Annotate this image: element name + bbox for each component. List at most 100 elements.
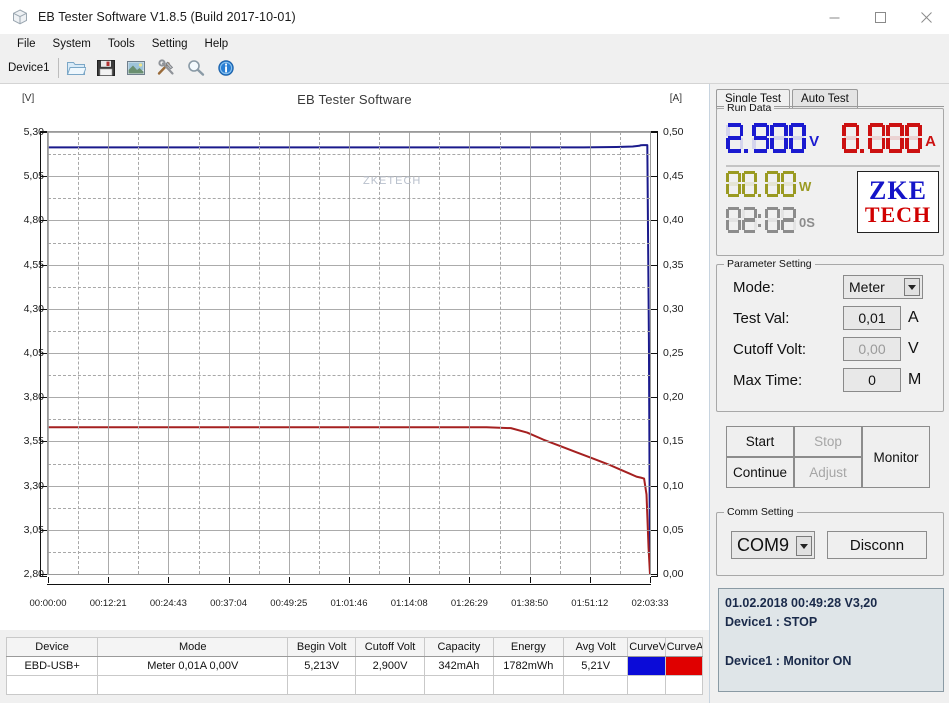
power-unit: W	[799, 179, 812, 194]
cell-curve-v-swatch[interactable]	[627, 656, 666, 676]
window-controls	[811, 0, 949, 34]
gridline-v-minor	[620, 132, 621, 574]
table-row-empty[interactable]	[5, 675, 704, 695]
cell-empty-5	[424, 675, 494, 695]
time-value	[726, 207, 797, 233]
tools-icon[interactable]	[151, 55, 181, 81]
logo-tech-text: TECH	[864, 202, 932, 227]
current-display: A	[842, 123, 936, 153]
disconnect-button[interactable]: Disconn	[827, 531, 927, 559]
x-tick: 00:49:25	[270, 598, 308, 609]
x-tick: 00:37:04	[210, 598, 248, 609]
window-title: EB Tester Software V1.8.5 (Build 2017-10…	[38, 10, 296, 24]
table-header-row: Device Mode Begin Volt Cutoff Volt Capac…	[5, 637, 704, 657]
gridline-v-minor	[259, 132, 260, 574]
y-tick-right: 0,35	[663, 258, 684, 271]
y-tickmark-left	[41, 220, 47, 222]
action-buttons: Start Stop Monitor Continue Adjust	[726, 426, 930, 488]
cell-begin-volt: 5,213V	[287, 656, 357, 676]
max-time-input[interactable]: 0	[843, 368, 901, 392]
continue-button[interactable]: Continue	[726, 457, 794, 488]
cell-curve-a-swatch[interactable]	[664, 656, 704, 676]
maximize-icon[interactable]	[857, 0, 903, 34]
x-tick: 02:03:33	[631, 598, 669, 609]
y-tick-left: 4,80	[23, 214, 44, 227]
th-device[interactable]: Device	[5, 637, 99, 657]
cell-cutoff-volt: 2,900V	[355, 656, 426, 676]
info-icon[interactable]	[211, 55, 241, 81]
y-tickmark-right	[651, 220, 657, 222]
voltage-value	[726, 123, 807, 153]
log-line-2: Device1 : STOP	[725, 615, 818, 630]
y-tick-left: 3,80	[23, 391, 44, 404]
th-mode[interactable]: Mode	[97, 637, 289, 657]
test-val-input[interactable]: 0,01	[843, 306, 901, 330]
th-capacity[interactable]: Capacity	[424, 637, 494, 657]
th-avg-volt[interactable]: Avg Volt	[563, 637, 629, 657]
menu-item-file[interactable]: File	[9, 37, 45, 51]
x-tickmark	[289, 577, 290, 583]
image-icon[interactable]	[121, 55, 151, 81]
log-line-4: Device1 : Monitor ON	[725, 654, 852, 669]
y-tickmark-right	[651, 308, 657, 310]
log-line-3	[725, 633, 937, 652]
x-tick: 01:51:12	[571, 598, 609, 609]
th-energy[interactable]: Energy	[492, 637, 565, 657]
x-tick: 01:14:08	[390, 598, 428, 609]
run-data-divider	[726, 165, 940, 167]
mode-row: Mode: Meter	[733, 275, 923, 299]
y-tickmark-left	[41, 132, 47, 133]
y-tickmark-left	[41, 308, 47, 310]
save-floppy-icon[interactable]	[91, 55, 121, 81]
mode-select[interactable]: Meter	[843, 275, 923, 299]
test-val-unit: A	[908, 309, 919, 326]
adjust-button: Adjust	[794, 457, 862, 488]
minimize-icon[interactable]	[811, 0, 857, 34]
y-tick-left: 4,05	[23, 347, 44, 359]
gridline-v	[108, 132, 109, 574]
chart-area: EB Tester Software [V] [A] 5,30 5,05 4,80 4…	[0, 84, 709, 630]
gridline-v-minor	[199, 132, 200, 574]
th-curve-v[interactable]: CurveV	[627, 637, 666, 657]
close-icon[interactable]	[903, 0, 949, 34]
y-tickmark-left	[41, 485, 47, 487]
cell-empty-3	[287, 675, 357, 695]
x-tick: 00:12:21	[89, 598, 127, 609]
th-begin-volt[interactable]: Begin Volt	[287, 637, 357, 657]
stop-button: Stop	[794, 426, 862, 457]
log-output[interactable]: 01.02.2018 00:49:28 V3,20 Device1 : STOP…	[718, 588, 944, 692]
gridline-v-minor	[78, 132, 79, 574]
y-tickmark-right	[651, 353, 657, 354]
x-tickmark	[409, 577, 410, 583]
menu-item-help[interactable]: Help	[197, 37, 238, 51]
x-tickmark	[469, 577, 470, 583]
table-row[interactable]: EBD-USB+ Meter 0,01A 0,00V 5,213V 2,900V…	[5, 656, 704, 676]
chevron-down-icon[interactable]	[796, 536, 812, 556]
gridline-v	[590, 132, 591, 574]
th-curve-a[interactable]: CurveA	[664, 637, 704, 657]
cutoff-volt-input[interactable]: 0,00	[843, 337, 901, 361]
y-tickmark-left	[41, 176, 47, 178]
y-tickmark-left	[41, 441, 47, 443]
menu-item-setting[interactable]: Setting	[144, 37, 197, 51]
y-tick-right: 0,40	[663, 214, 684, 227]
cell-energy: 1782mWh	[492, 656, 565, 676]
cutoff-volt-unit: V	[908, 340, 919, 357]
chevron-down-icon[interactable]	[904, 278, 920, 296]
monitor-button[interactable]: Monitor	[862, 426, 930, 488]
com-port-select[interactable]: COM9	[731, 531, 815, 559]
open-folder-icon[interactable]	[61, 55, 91, 81]
test-val-label: Test Val:	[733, 309, 790, 327]
data-table: Device Mode Begin Volt Cutoff Volt Capac…	[5, 637, 704, 695]
menu-item-tools[interactable]: Tools	[100, 37, 144, 51]
cell-device: EBD-USB+	[5, 656, 99, 676]
zoom-icon[interactable]	[181, 55, 211, 81]
plot-area[interactable]: ZKETECH	[47, 131, 651, 575]
cell-avg-volt: 5,21V	[563, 656, 629, 676]
current-unit: A	[925, 133, 936, 150]
time-unit: 0S	[799, 215, 815, 230]
th-cutoff-volt[interactable]: Cutoff Volt	[355, 637, 426, 657]
menu-item-system[interactable]: System	[45, 37, 100, 51]
start-button[interactable]: Start	[726, 426, 794, 457]
gridline-v	[469, 132, 470, 574]
